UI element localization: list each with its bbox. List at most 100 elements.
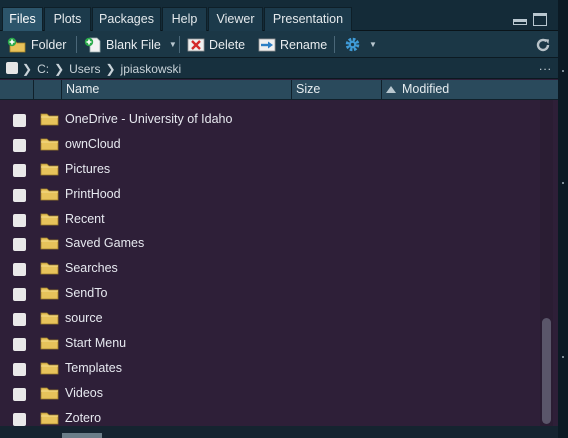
file-row[interactable]: Recent [0,208,540,233]
folder-icon [40,113,59,126]
column-header-modified-label: Modified [402,82,450,96]
file-row[interactable]: Searches [0,257,540,282]
row-checkbox[interactable] [13,288,26,302]
column-header-size[interactable]: Size [291,80,381,100]
file-name-link[interactable]: Start Menu [65,336,126,350]
row-checkbox[interactable] [13,338,26,352]
column-header-modified[interactable]: Modified [381,80,541,100]
row-checkbox[interactable] [13,114,26,127]
tab-presentation[interactable]: Presentation [264,7,352,31]
scrollbar-thumb[interactable] [542,318,551,424]
pane-tab-bar: Files Plots Packages Help Viewer Present… [0,0,558,31]
minimize-pane-icon[interactable] [513,19,527,25]
row-checkbox[interactable] [13,362,26,376]
row-checkbox[interactable] [13,138,26,152]
file-list-header: Name Size Modified [0,80,558,100]
new-blank-file-button[interactable]: Blank File ▼ [84,31,177,58]
file-row[interactable]: source [0,307,540,332]
folder-icon [40,238,59,250]
delete-label: Delete [209,37,246,52]
file-name-link[interactable]: Searches [65,261,118,275]
file-row[interactable]: Videos [0,382,540,407]
splitter-grip [562,182,564,184]
chevron-down-icon: ▼ [369,40,377,49]
folder-icon [40,312,59,325]
new-blank-file-label: Blank File [106,37,161,52]
splitter-grip [562,70,564,72]
folder-icon [40,362,59,375]
pane-splitter[interactable] [558,0,568,438]
breadcrumb-drive[interactable]: C: [37,62,49,76]
breadcrumb-current[interactable]: jpiaskowski [121,62,182,76]
file-row[interactable]: OneDrive - University of Idaho [0,108,540,133]
row-checkbox[interactable] [13,387,26,401]
rename-icon [258,38,276,51]
new-folder-button[interactable]: Folder [7,31,66,58]
tab-plots[interactable]: Plots [44,7,91,31]
refresh-icon [536,38,550,51]
file-row[interactable]: Saved Games [0,232,540,257]
files-toolbar: Folder Blank File ▼ Delete Rename ▼ [0,31,558,58]
column-header-name[interactable]: Name [61,80,291,100]
refresh-button[interactable] [535,31,551,58]
row-checkbox[interactable] [13,412,26,426]
rename-label: Rename [280,37,328,52]
chevron-right-icon: ❯ [105,61,116,76]
row-checkbox[interactable] [13,163,26,177]
file-row[interactable]: Pictures [0,158,540,183]
horizontal-scrollbar-thumb[interactable] [62,433,102,438]
toolbar-divider [179,36,180,53]
breadcrumb: ❯ C: ❯ Users ❯ jpiaskowski ... [0,58,558,79]
file-list: OneDrive - University of Idaho ownCloud Pi… [0,108,540,432]
maximize-pane-icon[interactable] [533,13,547,26]
go-to-directory-button[interactable]: ... [539,59,552,73]
more-options-button[interactable]: ▼ [344,31,377,58]
file-name-link[interactable]: Zotero [65,411,101,425]
folder-icon [40,262,59,275]
file-row[interactable]: Templates [0,357,540,382]
folder-icon [40,213,59,225]
delete-button[interactable]: Delete [187,31,245,58]
tab-files[interactable]: Files [2,7,43,31]
tab-help[interactable]: Help [162,7,207,31]
row-checkbox[interactable] [13,263,26,277]
row-checkbox[interactable] [13,313,26,327]
vertical-scrollbar[interactable] [540,100,553,426]
file-name-link[interactable]: Templates [65,361,122,375]
tab-packages[interactable]: Packages [92,7,161,31]
chevron-right-icon: ❯ [54,61,65,76]
file-name-link[interactable]: SendTo [65,286,107,300]
file-name-link[interactable]: Videos [65,386,103,400]
file-row[interactable]: SendTo [0,282,540,307]
file-name-link[interactable]: OneDrive - University of Idaho [65,112,232,126]
file-row[interactable]: PrintHood [0,183,540,208]
file-row[interactable]: ownCloud [0,133,540,158]
file-name-link[interactable]: PrintHood [65,187,121,201]
file-name-link[interactable]: source [65,311,103,325]
splitter-grip [562,356,564,358]
folder-icon [40,412,59,425]
new-blank-file-icon [84,37,101,52]
file-name-link[interactable]: ownCloud [65,137,121,151]
delete-icon [187,38,205,51]
folder-icon [40,337,59,350]
file-row[interactable]: Start Menu [0,332,540,357]
file-name-link[interactable]: Saved Games [65,236,144,250]
breadcrumb-users[interactable]: Users [69,62,100,76]
files-pane: Files Plots Packages Help Viewer Present… [0,0,558,438]
file-name-link[interactable]: Pictures [65,162,110,176]
folder-icon [40,387,59,400]
file-name-link[interactable]: Recent [65,212,105,226]
row-checkbox[interactable] [13,188,26,202]
chevron-down-icon: ▼ [168,40,177,49]
select-all-checkbox[interactable] [6,62,18,74]
rename-button[interactable]: Rename [258,31,327,58]
row-checkbox[interactable] [13,238,26,252]
tab-viewer[interactable]: Viewer [208,7,263,31]
folder-icon [40,138,59,151]
folder-icon [40,287,59,300]
gear-icon [345,37,360,52]
row-checkbox[interactable] [13,213,26,227]
folder-icon [40,163,59,176]
folder-icon [40,188,59,201]
